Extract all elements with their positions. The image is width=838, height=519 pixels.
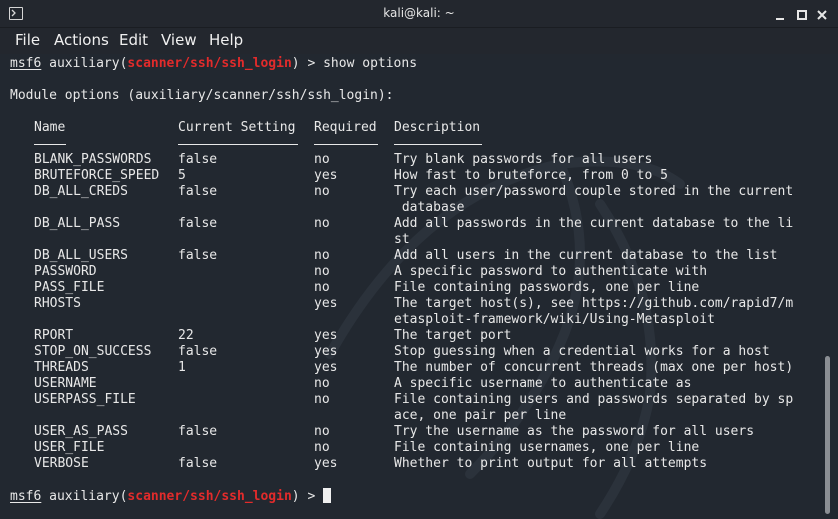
option-name: PASSWORD: [34, 264, 97, 279]
scrollbar-thumb[interactable]: [825, 356, 830, 514]
option-current-setting: false: [178, 216, 218, 231]
option-name: BLANK_PASSWORDS: [34, 152, 152, 167]
command-text: show options: [323, 56, 418, 71]
option-description: File containing passwords, one per line: [394, 280, 700, 295]
option-required: no: [314, 440, 330, 455]
option-description: Add all users in the current database to…: [394, 248, 778, 263]
option-current-setting: false: [178, 456, 218, 471]
module-path: scanner/ssh/ssh_login: [127, 489, 292, 504]
menu-file[interactable]: File: [15, 31, 40, 49]
option-description: st: [394, 232, 410, 247]
prompt-line: msf6 auxiliary(scanner/ssh/ssh_login) > …: [10, 56, 417, 72]
option-name: VERBOSE: [34, 456, 89, 471]
current-underline: [178, 144, 298, 145]
module-options-header: Module options (auxiliary/scanner/ssh/ss…: [10, 88, 394, 103]
option-name: RHOSTS: [34, 296, 81, 311]
option-required: no: [314, 424, 330, 439]
option-required: no: [314, 184, 330, 199]
option-current-setting: false: [178, 152, 218, 167]
option-current-setting: 5: [178, 168, 186, 183]
option-current-setting: false: [178, 424, 218, 439]
option-required: yes: [314, 344, 338, 359]
option-required: no: [314, 280, 330, 295]
option-description: ace, one pair per line: [394, 408, 567, 423]
required-underline: [314, 144, 378, 145]
minimize-icon[interactable]: [773, 7, 787, 21]
prompt-module-post: ): [291, 489, 300, 504]
option-description: How fast to bruteforce, from 0 to 5: [394, 168, 668, 183]
menu-edit[interactable]: Edit: [119, 31, 148, 49]
option-description: The target host(s), see https://github.c…: [394, 296, 794, 311]
terminal-area[interactable]: msf6 auxiliary(scanner/ssh/ssh_login) > …: [0, 54, 828, 519]
prompt-module-post: ): [291, 56, 300, 71]
column-header-name: Name: [34, 120, 66, 135]
prompt-prefix: msf6: [10, 56, 42, 71]
menu-help[interactable]: Help: [209, 31, 243, 49]
option-name: RPORT: [34, 328, 74, 343]
option-required: yes: [314, 456, 338, 471]
option-name: USERPASS_FILE: [34, 392, 136, 407]
prompt-symbol: >: [307, 489, 316, 504]
column-header-description: Description: [394, 120, 481, 135]
option-name: PASS_FILE: [34, 280, 105, 295]
prompt-module-pre: auxiliary(: [49, 489, 128, 504]
option-required: yes: [314, 360, 338, 375]
option-description: File containing usernames, one per line: [394, 440, 700, 455]
menu-view[interactable]: View: [161, 31, 197, 49]
option-current-setting: false: [178, 184, 218, 199]
name-underline: [34, 144, 66, 145]
option-name: USERNAME: [34, 376, 97, 391]
prompt-prefix: msf6: [10, 489, 42, 504]
option-current-setting: false: [178, 344, 218, 359]
option-name: USER_AS_PASS: [34, 424, 128, 439]
column-header-current: Current Setting: [178, 120, 296, 135]
option-required: no: [314, 216, 330, 231]
module-path: scanner/ssh/ssh_login: [127, 56, 292, 71]
option-required: no: [314, 376, 330, 391]
option-description: The number of concurrent threads (max on…: [394, 360, 794, 375]
maximize-icon[interactable]: [795, 7, 809, 21]
option-required: no: [314, 392, 330, 407]
window-title: kali@kali: ~: [383, 6, 455, 20]
option-required: yes: [314, 168, 338, 183]
option-name: USER_FILE: [34, 440, 105, 455]
option-name: THREADS: [34, 360, 89, 375]
option-required: yes: [314, 328, 338, 343]
option-current-setting: 22: [178, 328, 194, 343]
column-header-required: Required: [314, 120, 377, 135]
option-description: Add all passwords in the current databas…: [394, 216, 794, 231]
option-description: File containing users and passwords sepa…: [394, 392, 794, 407]
option-description: The target port: [394, 328, 512, 343]
prompt-module-pre: auxiliary(: [49, 56, 128, 71]
option-required: no: [314, 264, 330, 279]
option-name: DB_ALL_USERS: [34, 248, 128, 263]
option-description: A specific username to authenticate as: [394, 376, 692, 391]
option-description: database: [394, 200, 465, 215]
title-bar: kali@kali: ~: [0, 0, 838, 28]
option-name: STOP_ON_SUCCESS: [34, 344, 152, 359]
option-required: no: [314, 152, 330, 167]
option-current-setting: 1: [178, 360, 186, 375]
option-description: A specific password to authenticate with: [394, 264, 708, 279]
option-description: Stop guessing when a credential works fo…: [394, 344, 770, 359]
option-required: no: [314, 248, 330, 263]
description-underline: [394, 144, 482, 145]
option-name: DB_ALL_CREDS: [34, 184, 128, 199]
option-name: BRUTEFORCE_SPEED: [34, 168, 160, 183]
option-required: yes: [314, 296, 338, 311]
menu-bar: File Actions Edit View Help: [0, 28, 838, 54]
option-name: DB_ALL_PASS: [34, 216, 121, 231]
option-description: Try blank passwords for all users: [394, 152, 653, 167]
option-description: etasploit-framework/wiki/Using-Metasploi…: [394, 312, 715, 327]
option-description: Try each user/password couple stored in …: [394, 184, 794, 199]
option-description: Whether to print output for all attempts: [394, 456, 708, 471]
text-cursor: [323, 488, 332, 503]
prompt-symbol: >: [307, 56, 316, 71]
option-description: Try the username as the password for all…: [394, 424, 755, 439]
close-icon[interactable]: [815, 7, 829, 21]
menu-actions[interactable]: Actions: [54, 31, 109, 49]
option-current-setting: false: [178, 248, 218, 263]
active-prompt-line[interactable]: msf6 auxiliary(scanner/ssh/ssh_login) >: [10, 488, 332, 504]
